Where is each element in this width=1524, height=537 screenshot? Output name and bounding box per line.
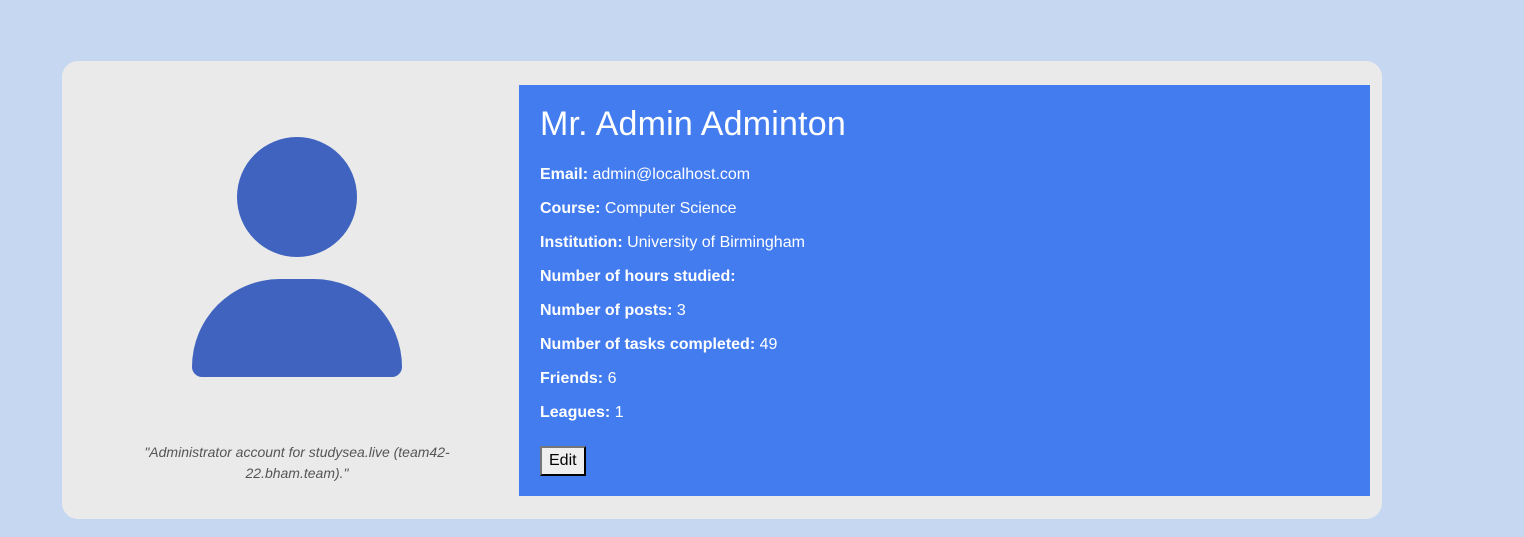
field-value: admin@localhost.com — [592, 166, 751, 183]
avatar-head — [237, 137, 357, 257]
field-value: 6 — [607, 370, 617, 387]
field-label: Friends: — [540, 370, 604, 387]
field-value: 49 — [759, 336, 778, 353]
field-label: Institution: — [540, 234, 623, 251]
field-label: Number of hours studied: — [540, 268, 736, 285]
field-value: 3 — [676, 302, 686, 319]
field-value: University of Birmingham — [627, 234, 805, 251]
field-email: Email: admin@localhost.com — [540, 164, 805, 198]
field-value: 1 — [614, 404, 624, 421]
field-label: Leagues: — [540, 404, 611, 421]
avatar-body — [192, 279, 402, 377]
field-label: Number of posts: — [540, 302, 673, 319]
field-value: Computer Science — [604, 200, 737, 217]
profile-name: Mr. Admin Adminton — [540, 105, 846, 143]
field-leagues: Leagues: 1 — [540, 402, 805, 436]
field-tasks-completed: Number of tasks completed: 49 — [540, 334, 805, 368]
field-posts: Number of posts: 3 — [540, 300, 805, 334]
edit-button[interactable]: Edit — [540, 446, 586, 476]
profile-fields: Email: admin@localhost.com Course: Compu… — [540, 164, 805, 436]
profile-info-panel: Mr. Admin Adminton Email: admin@localhos… — [519, 85, 1370, 496]
profile-card: "Administrator account for studysea.live… — [62, 61, 1382, 519]
field-label: Email: — [540, 166, 589, 183]
profile-bio: "Administrator account for studysea.live… — [144, 444, 450, 481]
field-hours-studied: Number of hours studied: — [540, 266, 805, 300]
field-institution: Institution: University of Birmingham — [540, 232, 805, 266]
field-label: Course: — [540, 200, 601, 217]
field-course: Course: Computer Science — [540, 198, 805, 232]
user-silhouette-icon — [192, 137, 402, 377]
field-label: Number of tasks completed: — [540, 336, 756, 353]
field-friends: Friends: 6 — [540, 368, 805, 402]
profile-avatar-panel: "Administrator account for studysea.live… — [62, 61, 519, 519]
